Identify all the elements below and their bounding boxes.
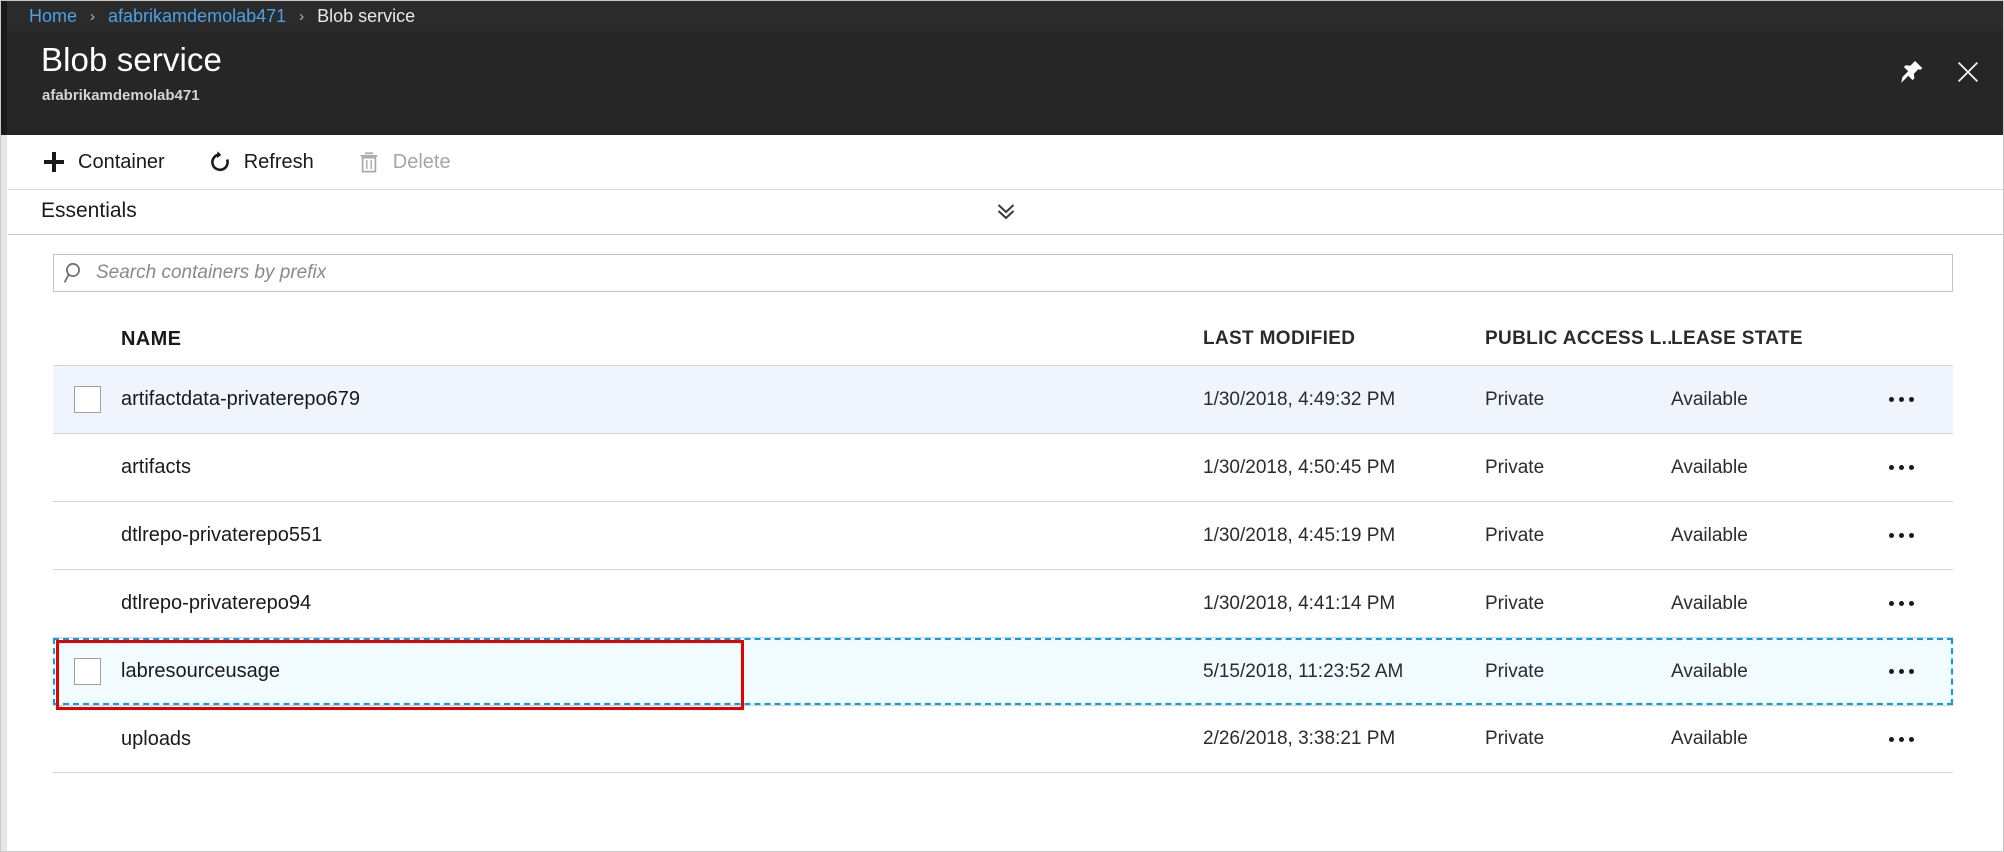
delete-button: Delete [356,142,451,182]
search-container-box[interactable] [53,254,1953,292]
row-checkbox[interactable] [73,658,101,685]
search-input[interactable] [96,256,1952,290]
cell-row-menu [1859,663,1953,680]
row-checkbox[interactable] [73,386,101,413]
table-row[interactable]: dtlrepo-privaterepo94 1/30/2018, 4:41:14 … [53,569,1953,637]
more-options-icon[interactable] [1885,595,1918,612]
cell-row-menu [1859,391,1953,408]
cell-lease-state: Available [1671,456,1748,478]
cell-row-menu [1859,527,1953,544]
cell-container-name[interactable]: labresourceusage [121,660,1203,683]
essentials-expand-button[interactable] [988,201,1024,227]
refresh-button[interactable]: Refresh [207,142,314,182]
trash-icon [356,149,382,175]
table-header-row: NAME LAST MODIFIED PUBLIC ACCESS L... LE… [53,313,1953,365]
containers-table: NAME LAST MODIFIED PUBLIC ACCESS L... LE… [53,313,1953,773]
more-options-icon[interactable] [1885,391,1918,408]
table-row[interactable]: artifactdata-privaterepo679 1/30/2018, 4:… [53,365,1953,433]
pin-icon [1899,59,1925,85]
close-icon [1955,59,1981,85]
table-row[interactable]: uploads 2/26/2018, 3:38:21 PM Private Avail… [53,705,1953,773]
page-title: Blob service [41,41,222,78]
breadcrumb-item-blob-service: Blob service [317,5,416,26]
delete-label: Delete [392,150,451,173]
cell-last-modified: 1/30/2018, 4:49:32 PM [1203,388,1396,410]
cell-last-modified: 5/15/2018, 11:23:52 AM [1203,660,1404,682]
more-options-icon[interactable] [1885,731,1918,748]
cell-row-menu [1859,459,1953,476]
cell-row-menu [1859,731,1953,748]
close-button[interactable] [1953,57,1983,87]
command-toolbar: Container Refresh Delete [8,135,2003,190]
cell-container-name[interactable]: dtlrepo-privaterepo94 [121,592,1203,615]
cell-lease-state: Available [1671,660,1748,682]
cell-public-access: Private [1485,524,1545,546]
cell-public-access: Private [1485,660,1545,682]
table-body: artifactdata-privaterepo679 1/30/2018, 4:… [53,365,1953,773]
column-header-lease-state[interactable]: LEASE STATE [1671,328,1859,350]
breadcrumb-separator: › [299,7,305,25]
pin-button[interactable] [1897,57,1927,87]
refresh-icon [207,149,233,175]
cell-last-modified: 1/30/2018, 4:50:45 PM [1203,456,1396,478]
breadcrumb-separator: › [90,7,96,25]
essentials-section: Essentials [8,191,2003,235]
blob-service-blade: Home › afabrikamdemolab471 › Blob servic… [0,0,2004,852]
column-header-name[interactable]: NAME [121,328,1203,351]
row-checkbox-cell [53,386,121,413]
cell-public-access: Private [1485,728,1545,749]
more-options-icon[interactable] [1885,527,1918,544]
cell-row-menu [1859,595,1953,612]
breadcrumb: Home › afabrikamdemolab471 › Blob servic… [1,1,2003,31]
more-options-icon[interactable] [1885,459,1918,476]
column-header-last-modified[interactable]: LAST MODIFIED [1203,328,1485,350]
cell-last-modified: 2/26/2018, 3:38:21 PM [1203,728,1396,749]
essentials-label: Essentials [41,199,137,222]
cell-container-name[interactable]: uploads [121,728,1203,751]
double-chevron-down-icon [995,202,1017,227]
row-checkbox-cell [53,658,121,685]
cell-container-name[interactable]: dtlrepo-privaterepo551 [121,524,1203,547]
cell-lease-state: Available [1671,728,1748,749]
add-container-label: Container [78,150,165,173]
column-header-public-access-level[interactable]: PUBLIC ACCESS L... [1485,328,1671,350]
blade-header: Blob service afabrikamdemolab471 [7,31,2003,135]
cell-lease-state: Available [1671,592,1748,614]
plus-icon [41,149,67,175]
cell-lease-state: Available [1671,388,1748,410]
page-subtitle: afabrikamdemolab471 [42,87,200,104]
cell-last-modified: 1/30/2018, 4:41:14 PM [1203,592,1396,614]
add-container-button[interactable]: Container [41,142,165,182]
more-options-icon[interactable] [1885,663,1918,680]
table-row[interactable]: artifacts 1/30/2018, 4:50:45 PM Private Ava… [53,433,1953,501]
blade-left-rail-lower [1,135,7,851]
breadcrumb-item-home[interactable]: Home [29,6,77,27]
cell-container-name[interactable]: artifacts [121,456,1203,479]
cell-container-name[interactable]: artifactdata-privaterepo679 [121,388,1203,411]
cell-public-access: Private [1485,456,1545,478]
cell-public-access: Private [1485,388,1545,410]
breadcrumb-item-storage-account[interactable]: afabrikamdemolab471 [108,6,286,27]
search-icon [54,261,96,285]
cell-public-access: Private [1485,592,1545,614]
refresh-label: Refresh [243,150,314,173]
cell-lease-state: Available [1671,524,1748,546]
table-row[interactable]: dtlrepo-privaterepo551 1/30/2018, 4:45:19… [53,501,1953,569]
header-actions [1897,57,1983,87]
cell-last-modified: 1/30/2018, 4:45:19 PM [1203,524,1396,546]
table-row[interactable]: labresourceusage 5/15/2018, 11:23:52 AM Pr… [53,637,1953,705]
